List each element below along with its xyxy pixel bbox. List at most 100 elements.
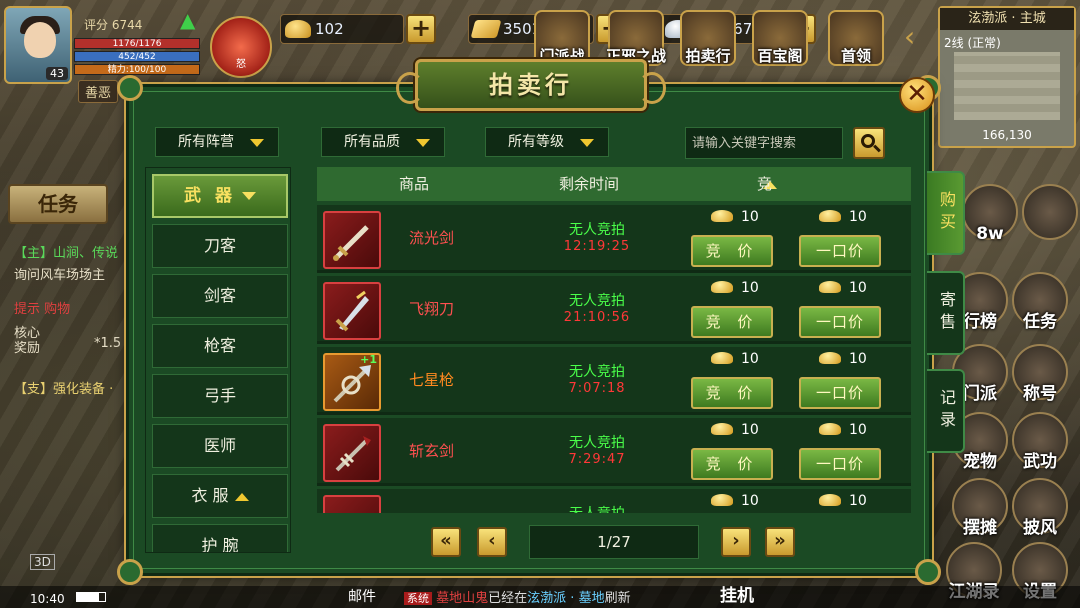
rage-icon[interactable]: 怒: [210, 16, 272, 78]
bid-price-value: 10: [741, 351, 759, 367]
enhance-level: +1: [360, 353, 377, 366]
category-item[interactable]: 剑客: [152, 274, 288, 318]
view-3d-toggle[interactable]: 3D: [30, 554, 55, 570]
tab-records[interactable]: 记录: [927, 369, 965, 453]
quality-filter-label: 所有品质: [344, 134, 400, 150]
diamond-menu-icon[interactable]: [1022, 184, 1078, 240]
auction-table: 商品 剩余时间 竞拍价格 流光剑 无人竞拍 12:19:25 10 10 竞 价…: [317, 167, 911, 513]
spear-icon[interactable]: +1: [323, 353, 381, 411]
bid-button[interactable]: 竞 价: [691, 448, 773, 480]
bid-button[interactable]: 竞 价: [691, 377, 773, 409]
search-button[interactable]: [853, 127, 885, 159]
minimap-title: 泫渤派 · 主城: [940, 8, 1074, 30]
buyout-button[interactable]: 一口价: [799, 306, 881, 338]
quality-filter-dropdown[interactable]: 所有品质: [321, 127, 445, 157]
energy-bar: 精力:100/100: [74, 64, 200, 75]
quest-main[interactable]: 【主】山涧、传说: [14, 242, 118, 261]
buyout-price: 10: [819, 209, 867, 225]
sword-icon[interactable]: [323, 211, 381, 269]
category-item[interactable]: 刀客: [152, 224, 288, 268]
bid-button[interactable]: 竞 价: [691, 306, 773, 338]
auction-house-icon[interactable]: 拍卖行: [680, 10, 736, 66]
search-icon-handle: [873, 144, 881, 153]
category-item[interactable]: 枪客: [152, 324, 288, 368]
category-item[interactable]: 护 腕: [152, 524, 288, 552]
good-evil-war-icon[interactable]: 正邪之战: [606, 10, 666, 66]
player-avatar[interactable]: 43: [4, 6, 72, 84]
close-button[interactable]: ✕: [899, 77, 935, 113]
gold-ingot-icon: [711, 423, 733, 435]
minimap[interactable]: 泫渤派 · 主城 2线 (正常) 166,130: [938, 6, 1076, 148]
add-gold-ingot-button[interactable]: +: [406, 14, 436, 44]
sword-icon[interactable]: [323, 424, 381, 482]
gold-ingot-icon: [711, 352, 733, 364]
tab-consign[interactable]: 寄售: [927, 271, 965, 355]
bid-price-value: 10: [741, 280, 759, 296]
quest-side[interactable]: 【支】强化装备 ·: [14, 378, 113, 397]
first-page-button[interactable]: «: [431, 527, 461, 557]
buyout-button[interactable]: 一口价: [799, 235, 881, 267]
faction-filter-dropdown[interactable]: 所有阵营: [155, 127, 279, 157]
tab-buy[interactable]: 购买: [927, 171, 965, 255]
category-clothes[interactable]: 衣 服: [152, 474, 288, 518]
system-notice: 系统 墓地山鬼已经在泫渤派 · 墓地刷新: [404, 587, 631, 606]
gold-ingot-icon: [285, 20, 311, 38]
upgrade-arrow-icon[interactable]: ▲: [180, 8, 195, 32]
next-page-button[interactable]: ›: [721, 527, 751, 557]
buyout-price-value: 10: [849, 493, 867, 509]
table-row[interactable]: 10 10 无人竞拍: [317, 489, 911, 513]
title-icon[interactable]: 称号: [1012, 344, 1068, 404]
buyout-button[interactable]: 一口价: [799, 448, 881, 480]
category-item[interactable]: 弓手: [152, 374, 288, 418]
table-row[interactable]: +1 七星枪 无人竞拍 7:07:18 10 10 竞 价 一口价: [317, 347, 911, 415]
quest-tab[interactable]: 任务: [8, 184, 108, 224]
column-time: 剩余时间: [559, 175, 620, 193]
martial-arts-icon[interactable]: 武功: [1012, 412, 1068, 472]
rage-label: 怒: [236, 59, 246, 70]
auction-dialog: 拍卖行 ✕ 所有阵营 所有品质 所有等级 武 器 刀客 剑客 枪客 弓手 医师 …: [117, 59, 965, 585]
server-line[interactable]: 2线 (正常): [944, 34, 1001, 51]
last-page-button[interactable]: »: [765, 527, 795, 557]
karma-label[interactable]: 善恶: [78, 80, 119, 103]
boss-label: 首领: [840, 47, 871, 65]
category-item[interactable]: 医师: [152, 424, 288, 468]
mp-bar: 452/452: [74, 51, 200, 62]
collapse-arrow-icon[interactable]: ‹: [904, 20, 915, 53]
table-row[interactable]: 流光剑 无人竞拍 12:19:25 10 10 竞 价 一口价: [317, 205, 911, 273]
gold-bar-icon: [470, 20, 502, 38]
item-name: 飞翔刀: [409, 300, 455, 318]
bid-price-value: 10: [741, 209, 759, 225]
prev-page-button[interactable]: ‹: [477, 527, 507, 557]
category-list: 武 器 刀客 剑客 枪客 弓手 医师 衣 服 护 腕: [145, 167, 291, 553]
right-icon-8w[interactable]: 8w: [962, 184, 1018, 244]
chevron-down-icon: [250, 139, 264, 147]
column-price[interactable]: 竞拍价格: [757, 167, 777, 295]
notice-location: 泫渤派 · 墓地: [527, 591, 605, 606]
chevron-down-icon: [416, 139, 430, 147]
quest-tip: 提示 购物: [14, 302, 71, 317]
buyout-button[interactable]: 一口价: [799, 377, 881, 409]
bid-button[interactable]: 竞 价: [691, 235, 773, 267]
gold-ingot-icon: [819, 281, 841, 293]
stall-icon[interactable]: 摆摊: [952, 478, 1008, 538]
mail-button[interactable]: 邮件: [348, 586, 376, 606]
quest-icon[interactable]: 任务: [1012, 272, 1068, 332]
level-filter-dropdown[interactable]: 所有等级: [485, 127, 609, 157]
table-row[interactable]: 飞翔刀 无人竞拍 21:10:56 10 10 竞 价 一口价: [317, 276, 911, 344]
table-row[interactable]: 斩玄剑 无人竞拍 7:29:47 10 10 竞 价 一口价: [317, 418, 911, 486]
buyout-price-value: 10: [849, 209, 867, 225]
weapon-icon[interactable]: [323, 495, 381, 513]
level-filter-label: 所有等级: [508, 134, 564, 150]
treasure-pavilion-icon[interactable]: 百宝阁: [752, 10, 808, 66]
cloak-icon[interactable]: 披风: [1012, 478, 1068, 538]
auto-battle-button[interactable]: 挂机: [720, 581, 754, 606]
faction-war-icon[interactable]: 门派战: [534, 10, 590, 66]
search-input[interactable]: [685, 127, 843, 159]
bid-price-value: 10: [741, 493, 759, 509]
page-indicator: 1/27: [529, 525, 699, 559]
category-weapons[interactable]: 武 器: [152, 174, 288, 218]
blade-icon[interactable]: [323, 282, 381, 340]
bid-price: 10: [711, 422, 759, 438]
gold-ingot-icon: [711, 494, 733, 506]
boss-icon[interactable]: 首领: [828, 10, 884, 66]
